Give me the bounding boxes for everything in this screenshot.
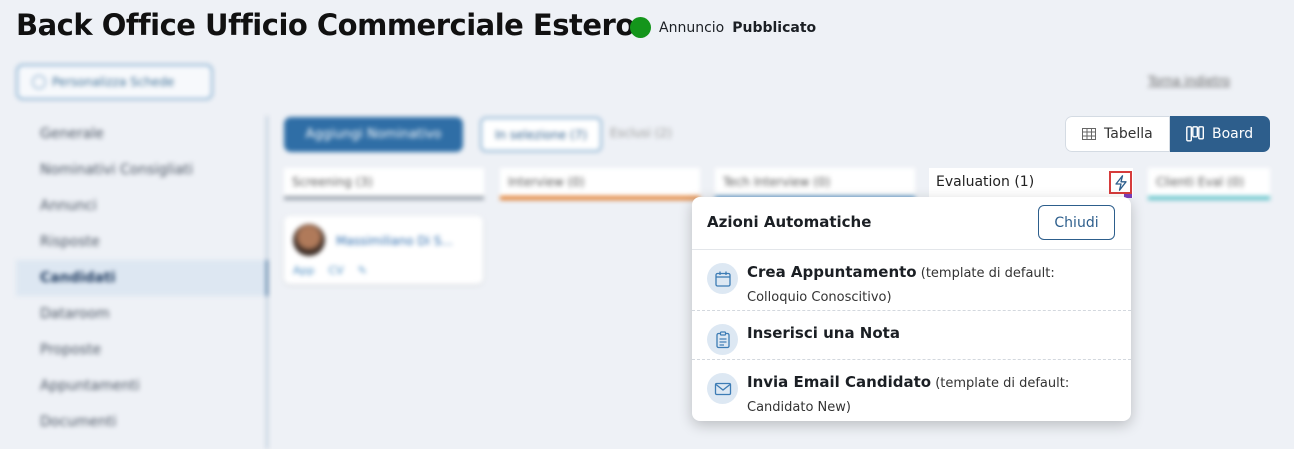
popup-title: Azioni Automatiche: [707, 213, 872, 231]
tab-board[interactable]: Board: [1170, 116, 1270, 152]
avatar: [293, 224, 325, 256]
sidebar-item-appuntamenti[interactable]: Appuntamenti: [16, 368, 266, 404]
sidebar-item-nominativi[interactable]: Nominativi Consigliati: [16, 152, 266, 188]
page-title: Back Office Ufficio Commerciale Estero: [16, 8, 635, 42]
candidate-card[interactable]: Massimiliano Di S... App CV ✎: [284, 216, 483, 284]
column-evaluation[interactable]: Evaluation (1): [929, 168, 1133, 198]
automatic-actions-popup: Azioni Automatiche Chiudi Crea Appuntame…: [692, 197, 1131, 421]
status-dot: [630, 17, 651, 38]
action-title: Crea Appuntamento: [747, 263, 917, 281]
sidebar-item-candidati[interactable]: Candidati: [16, 260, 268, 296]
board-icon: [1186, 126, 1204, 142]
personalize-tabs-button[interactable]: Personalizza Schede: [16, 64, 213, 100]
column-color-bar: [1148, 196, 1270, 200]
card-meta: App CV ✎: [293, 264, 367, 277]
app-link[interactable]: App: [293, 264, 315, 277]
status-value: Pubblicato: [732, 19, 817, 36]
filter-in-selection[interactable]: In selezione (7): [480, 117, 602, 152]
sidebar-item-annunci[interactable]: Annunci: [16, 188, 266, 224]
status-prefix: Annuncio: [659, 19, 725, 36]
tab-tabella-label: Tabella: [1104, 126, 1153, 142]
column-label: Tech Interview (0): [723, 175, 831, 189]
sidebar-item-documenti[interactable]: Documenti: [16, 404, 266, 440]
cv-link[interactable]: CV: [329, 264, 344, 277]
view-toggle: Tabella Board: [1065, 116, 1270, 152]
settings-icon: [32, 75, 46, 89]
column-label: Interview (0): [508, 175, 585, 189]
action-create-appointment[interactable]: Crea Appuntamento (template di default: …: [692, 250, 1131, 310]
back-link[interactable]: Torna indietro: [1148, 74, 1230, 88]
column-color-bar: [500, 196, 700, 200]
tab-board-label: Board: [1212, 126, 1254, 142]
column-color-bar: [284, 196, 484, 200]
column-tech-interview[interactable]: Tech Interview (0): [715, 168, 915, 200]
column-clienti-eval[interactable]: Clienti Eval (0): [1148, 168, 1270, 200]
action-title: Inserisci una Nota: [747, 324, 900, 342]
action-insert-note[interactable]: Inserisci una Nota: [692, 310, 1131, 359]
close-button[interactable]: Chiudi: [1038, 205, 1115, 240]
table-icon: [1082, 128, 1096, 140]
calendar-icon: [707, 263, 738, 294]
action-send-email[interactable]: Invia Email Candidato (template di defau…: [692, 359, 1131, 419]
add-candidate-button[interactable]: Aggiungi Nominativo: [284, 117, 463, 152]
candidate-name[interactable]: Massimiliano Di S...: [336, 234, 453, 248]
automatic-actions-button[interactable]: [1109, 171, 1132, 194]
tab-tabella[interactable]: Tabella: [1065, 116, 1170, 152]
column-interview[interactable]: Interview (0): [500, 168, 700, 200]
status-indicator: Annuncio Pubblicato: [630, 17, 816, 38]
personalize-label: Personalizza Schede: [52, 75, 175, 89]
note-icon: [707, 324, 738, 355]
action-text: Crea Appuntamento (template di default: …: [747, 260, 1087, 310]
popup-header: Azioni Automatiche Chiudi: [692, 197, 1131, 250]
column-label: Evaluation (1): [936, 174, 1035, 190]
edit-icon[interactable]: ✎: [358, 264, 367, 277]
action-text: Invia Email Candidato (template di defau…: [747, 370, 1087, 420]
column-label: Screening (3): [292, 175, 373, 189]
column-screening[interactable]: Screening (3): [284, 168, 484, 200]
column-label: Clienti Eval (0): [1156, 175, 1245, 189]
sidebar-item-proposte[interactable]: Proposte: [16, 332, 266, 368]
sidebar: Generale Nominativi Consigliati Annunci …: [16, 116, 268, 449]
filter-excluded[interactable]: Esclusi (2): [610, 126, 672, 140]
sidebar-item-generale[interactable]: Generale: [16, 116, 266, 152]
lightning-icon: [1114, 174, 1127, 191]
sidebar-item-dataroom[interactable]: Dataroom: [16, 296, 266, 332]
action-title: Invia Email Candidato: [747, 373, 932, 391]
action-text: Inserisci una Nota: [747, 321, 1087, 347]
sidebar-item-risposte[interactable]: Risposte: [16, 224, 266, 260]
mail-icon: [707, 373, 738, 404]
